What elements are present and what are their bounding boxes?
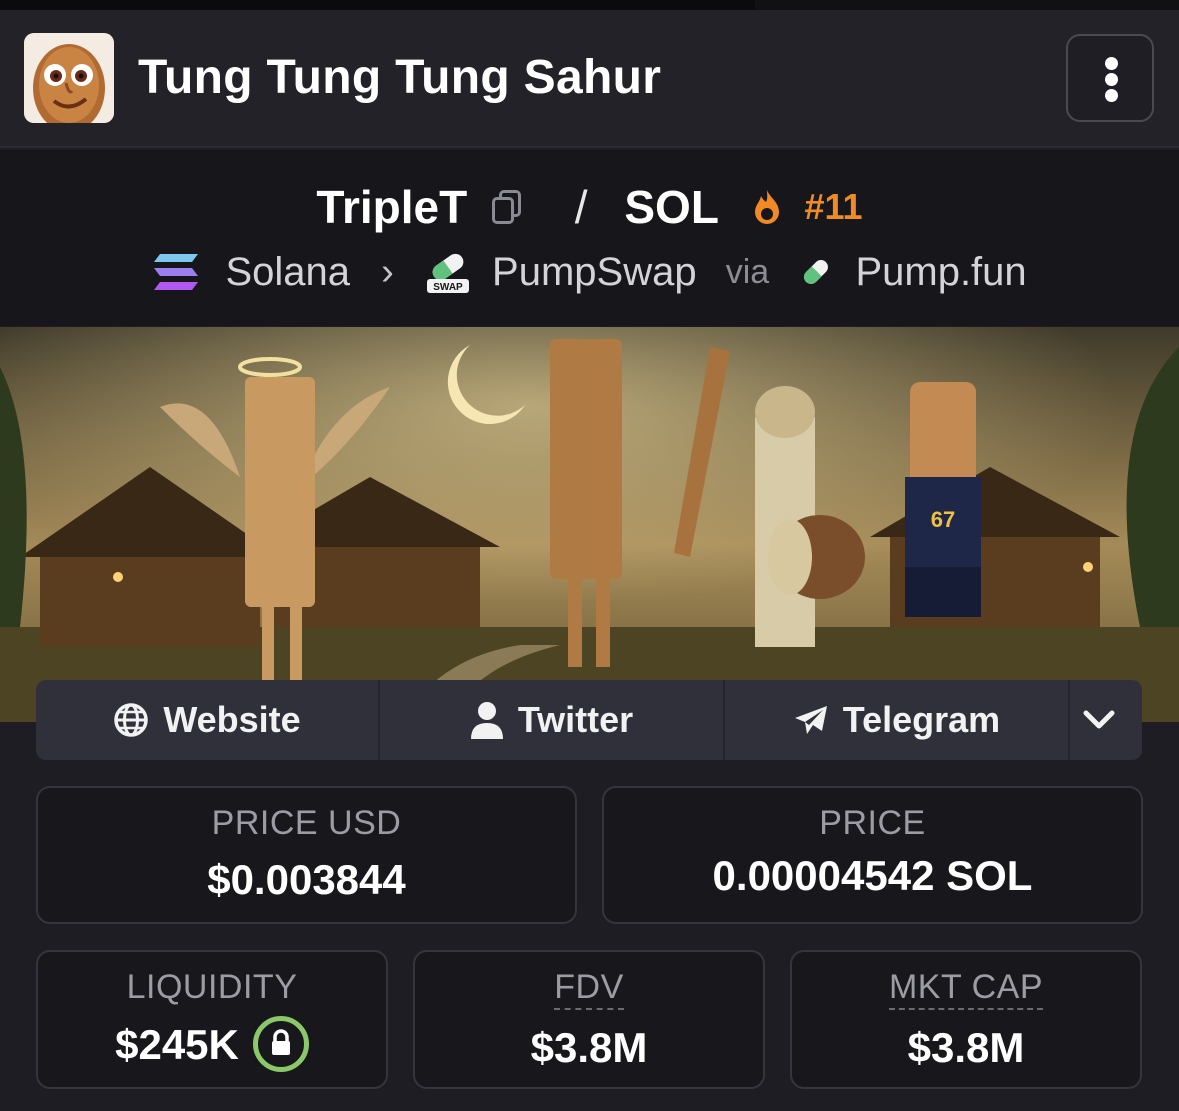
chevron-down-icon — [1083, 710, 1115, 729]
fdv-value: $3.8M — [530, 1024, 648, 1071]
price-value: 0.00004542 SOL — [712, 852, 1033, 899]
mkt-cap-card[interactable]: MKT CAP $3.8M — [790, 950, 1142, 1089]
price-usd-label: PRICE USD — [211, 804, 402, 842]
telegram-link[interactable]: Telegram — [725, 680, 1070, 760]
chevron-right-icon: › — [381, 250, 394, 293]
more-vertical-icon — [1105, 57, 1118, 70]
fdv-label: FDV — [554, 968, 624, 1010]
globe-icon — [114, 703, 149, 737]
token-banner-image: 67 — [0, 327, 1179, 722]
price-card: PRICE 0.00004542 SOL — [602, 786, 1143, 924]
price-usd-value: $0.003844 — [207, 856, 406, 903]
liquidity-value: $245K — [115, 1021, 239, 1069]
trending-rank[interactable]: #11 — [804, 186, 862, 228]
solana-icon — [154, 254, 199, 291]
more-links-button[interactable] — [1070, 680, 1142, 760]
price-usd-card: PRICE USD $0.003844 — [36, 786, 577, 924]
mkt-cap-value: $3.8M — [907, 1024, 1025, 1071]
fire-icon — [754, 189, 779, 224]
liquidity-row: $245K — [38, 1016, 386, 1076]
svg-text:67: 67 — [931, 507, 955, 532]
dex-link[interactable]: PumpSwap — [492, 250, 697, 295]
base-token-symbol: TripleT — [316, 180, 468, 233]
price-label: PRICE — [819, 804, 926, 842]
website-label: Website — [163, 699, 301, 740]
quote-token-symbol: SOL — [624, 180, 719, 233]
pair-title: TripleT / SOL #11 — [0, 176, 1179, 234]
more-vertical-icon-dot — [1105, 89, 1118, 102]
copy-icon[interactable] — [490, 188, 524, 226]
send-icon — [794, 706, 827, 734]
social-links-bar: Website Twitter Telegram — [36, 680, 1142, 760]
more-menu-button[interactable] — [1066, 34, 1154, 122]
pair-info: TripleT / SOL #11 Solana › SWAP PumpSwap… — [0, 150, 1179, 326]
launchpad-link[interactable]: Pump.fun — [855, 250, 1026, 295]
mkt-cap-label: MKT CAP — [888, 968, 1043, 1010]
breadcrumb: Solana › SWAP PumpSwap via Pump.fun — [0, 248, 1179, 295]
user-icon — [470, 702, 503, 739]
pumpswap-icon: SWAP — [426, 254, 469, 294]
website-link[interactable]: Website — [36, 680, 380, 760]
fdv-label-wrap: FDV — [415, 968, 763, 1010]
more-vertical-icon-dot — [1105, 73, 1118, 86]
twitter-link[interactable]: Twitter — [380, 680, 725, 760]
liquidity-label: LIQUIDITY — [126, 968, 298, 1006]
pumpswap-icon-text: SWAP — [433, 282, 463, 293]
telegram-label: Telegram — [842, 699, 1001, 740]
mkt-cap-label-wrap: MKT CAP — [792, 968, 1140, 1010]
liquidity-card: LIQUIDITY $245K — [36, 950, 388, 1089]
twitter-label: Twitter — [517, 699, 634, 740]
page-title: Tung Tung Tung Sahur — [138, 51, 662, 104]
chain-link[interactable]: Solana — [225, 250, 350, 295]
pill-icon — [804, 260, 829, 285]
via-label: via — [725, 252, 770, 291]
fdv-card[interactable]: FDV $3.8M — [413, 950, 765, 1089]
pair-separator: / — [574, 180, 588, 233]
lock-icon[interactable] — [252, 1016, 309, 1072]
token-header: Tung Tung Tung Sahur — [0, 10, 1179, 148]
token-avatar — [24, 33, 114, 123]
progress-strip — [0, 0, 755, 10]
status-strip — [0, 0, 1179, 10]
